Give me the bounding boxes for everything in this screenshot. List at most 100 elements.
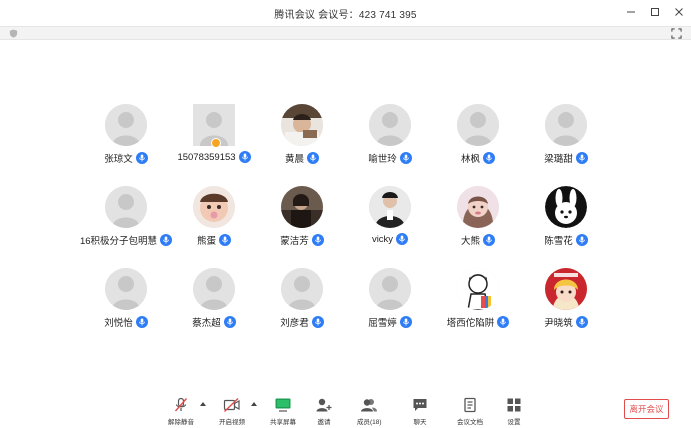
participant-tile[interactable]: vicky — [346, 186, 434, 254]
mic-on-icon — [311, 234, 324, 246]
start-video-button[interactable]: 开启视频 — [219, 396, 245, 426]
close-icon[interactable] — [673, 5, 685, 19]
mic-on-icon — [399, 152, 412, 164]
mic-on-icon — [575, 234, 588, 246]
participant-name: 林枫 — [460, 154, 480, 165]
video-options-caret[interactable] — [251, 402, 257, 406]
maximize-icon[interactable] — [649, 5, 661, 19]
share-screen-label: 共享屏幕 — [270, 419, 296, 426]
window-title: 腾讯会议 会议号：423 741 395 — [274, 9, 417, 21]
participant-name: 刘彦君 — [280, 318, 309, 329]
fullscreen-icon[interactable] — [671, 28, 682, 39]
default-avatar — [105, 186, 147, 228]
participant-tile[interactable]: 黄晨 — [258, 104, 346, 172]
participant-tile[interactable]: 蔡杰超 — [170, 268, 258, 336]
share-screen-icon — [274, 396, 292, 414]
participant-name: 刘悦怡 — [104, 318, 133, 329]
mic-on-icon — [135, 316, 148, 328]
user-avatar — [457, 268, 499, 310]
participant-name-row: 15078359153 — [177, 151, 251, 163]
participant-tile[interactable]: 蒙洁芳 — [258, 186, 346, 254]
participant-name: 蒙洁芳 — [280, 236, 309, 247]
shield-icon[interactable] — [9, 29, 18, 38]
default-avatar — [369, 104, 411, 146]
audio-options-caret[interactable] — [200, 402, 206, 406]
participant-name-row: 16积极分子包明慧 — [79, 233, 173, 247]
participant-name-row: 张琼文 — [104, 151, 148, 165]
user-avatar — [369, 186, 411, 228]
settings-label: 设置 — [507, 419, 521, 426]
share-screen-button[interactable]: 共享屏幕 — [270, 396, 296, 426]
host-badge-icon — [211, 138, 221, 148]
participant-name-row: 熊蛋 — [197, 233, 231, 247]
user-avatar — [545, 268, 587, 310]
participant-name-row: 梁璐甜 — [544, 151, 588, 165]
window-controls — [625, 5, 685, 19]
members-label: 成员(18) — [357, 419, 382, 426]
participant-name: 张琼文 — [104, 154, 133, 165]
meeting-docs-button[interactable]: 会议文档 — [457, 396, 483, 426]
participant-name: 屈雪婷 — [368, 318, 397, 329]
settings-button[interactable]: 设置 — [505, 396, 523, 426]
participant-name: 喻世玲 — [368, 154, 397, 165]
participant-tile[interactable]: 喻世玲 — [346, 104, 434, 172]
user-avatar — [281, 104, 323, 146]
participant-name-row: 林枫 — [461, 151, 495, 165]
participant-tile[interactable]: 熊蛋 — [170, 186, 258, 254]
participant-tile[interactable]: 陈雪花 — [522, 186, 610, 254]
participant-name: 尹晓筑 — [544, 318, 573, 329]
default-avatar — [193, 268, 235, 310]
user-avatar — [545, 186, 587, 228]
participant-name: 黄晨 — [284, 154, 304, 165]
user-avatar — [281, 186, 323, 228]
participant-tile[interactable]: 大熊 — [434, 186, 522, 254]
participant-tile[interactable]: 刘彦君 — [258, 268, 346, 336]
mic-on-icon — [483, 234, 495, 246]
meeting-toolbar: 解除静音 开启视频 共享屏幕 邀请 成员(18) 聊天 会议文档 设置 — [0, 392, 691, 428]
mic-on-icon — [483, 152, 495, 164]
participant-tile[interactable]: 塔西佗陷阱 — [434, 268, 522, 336]
user-avatar — [193, 186, 235, 228]
participant-tile[interactable]: 屈雪婷 — [346, 268, 434, 336]
chat-button[interactable]: 聊天 — [411, 396, 429, 426]
participant-name-row: 蔡杰超 — [192, 315, 236, 329]
meeting-docs-label: 会议文档 — [457, 419, 483, 426]
chat-label: 聊天 — [413, 419, 427, 426]
participant-name: 熊蛋 — [196, 236, 216, 247]
participant-name: 陈雪花 — [544, 236, 573, 247]
participant-tile[interactable]: 16积极分子包明慧 — [79, 186, 173, 254]
mic-on-icon — [135, 152, 148, 164]
participant-name-row: 屈雪婷 — [368, 315, 412, 329]
default-avatar — [281, 268, 323, 310]
unmute-button[interactable]: 解除静音 — [168, 396, 194, 426]
participant-tile[interactable]: 梁璐甜 — [522, 104, 610, 172]
mic-muted-icon — [172, 396, 190, 414]
participant-name: 大熊 — [460, 236, 480, 247]
minimize-icon[interactable] — [625, 5, 637, 19]
participant-name-row: vicky — [372, 233, 409, 245]
default-avatar — [369, 268, 411, 310]
participant-name-row: 大熊 — [461, 233, 495, 247]
participant-name: 16积极分子包明慧 — [79, 236, 158, 247]
participant-name-row: 陈雪花 — [544, 233, 588, 247]
title-bar: 腾讯会议 会议号：423 741 395 — [0, 0, 691, 26]
invite-button[interactable]: 邀请 — [315, 396, 333, 426]
participant-name-row: 刘彦君 — [280, 315, 324, 329]
mic-on-icon — [223, 316, 236, 328]
participant-tile[interactable]: 尹晓筑 — [522, 268, 610, 336]
participant-tile[interactable]: 刘悦怡 — [82, 268, 170, 336]
members-button[interactable]: 成员(18) — [357, 396, 382, 426]
participant-tile[interactable]: 15078359153 — [170, 104, 258, 172]
participant-tile[interactable]: 张琼文 — [82, 104, 170, 172]
members-icon — [360, 396, 378, 414]
add-user-icon — [315, 396, 333, 414]
participant-tile[interactable]: 林枫 — [434, 104, 522, 172]
participant-name: 梁璐甜 — [544, 154, 573, 165]
participant-name: 15078359153 — [177, 151, 236, 163]
leave-meeting-button[interactable]: 离开会议 — [624, 399, 669, 419]
mic-on-icon — [396, 233, 409, 245]
default-avatar — [545, 104, 587, 146]
chat-icon — [411, 396, 429, 414]
document-icon — [461, 396, 479, 414]
participant-name-row: 塔西佗陷阱 — [447, 315, 510, 329]
